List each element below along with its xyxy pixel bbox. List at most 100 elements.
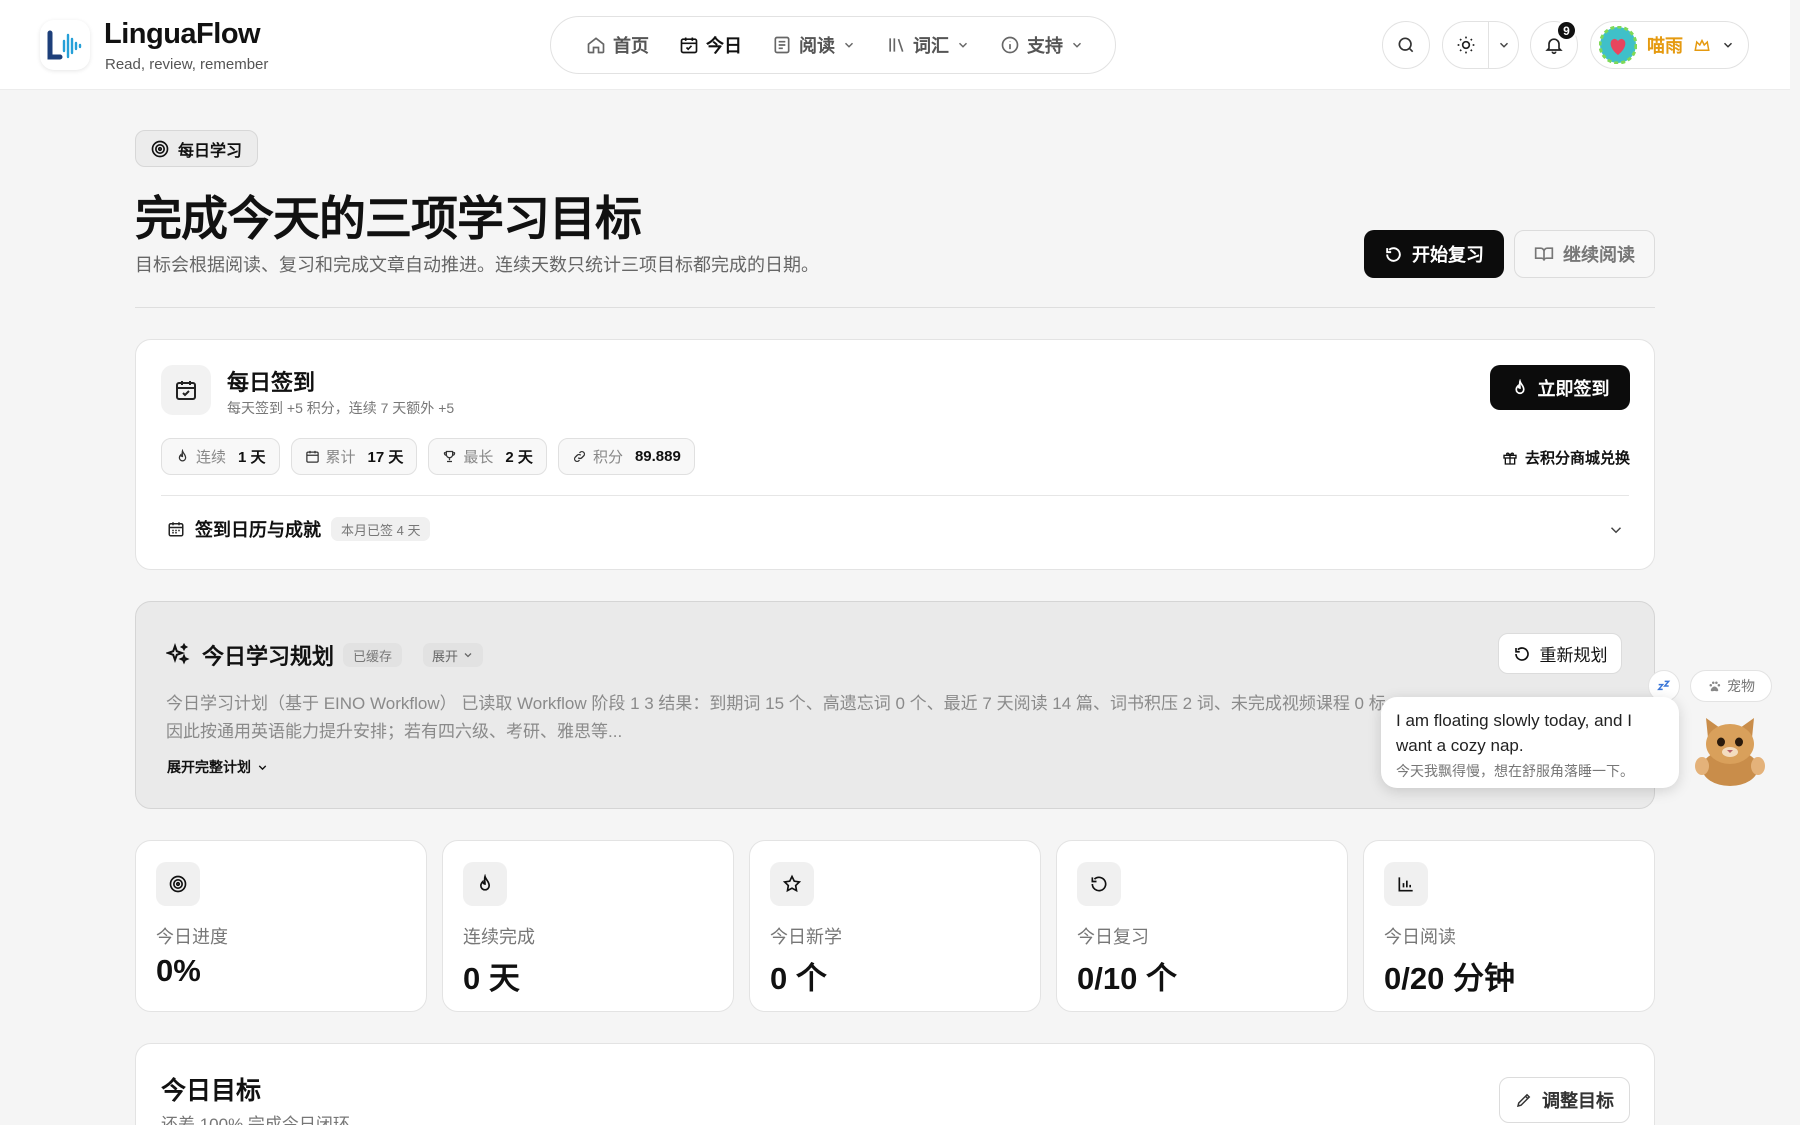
chevron-down-icon (1072, 42, 1082, 48)
trophy-icon (444, 450, 456, 463)
paw-icon (1709, 681, 1721, 691)
chevron-down-icon (844, 42, 854, 48)
info-icon (1001, 36, 1019, 54)
pet-menu-label: 宠物 (1727, 678, 1755, 694)
hero-divider (135, 307, 1655, 308)
plan-expand-toggle[interactable]: 展开 (423, 643, 484, 667)
theme-toggle[interactable] (1442, 21, 1519, 69)
user-menu[interactable]: 喵雨 (1590, 21, 1749, 69)
continue-reading-button[interactable]: 继续阅读 (1514, 230, 1655, 278)
pet-bubble-english: I am floating slowly today, and I want a… (1396, 711, 1632, 755)
replan-label: 重新规划 (1539, 646, 1608, 665)
chevron-down-icon (464, 653, 472, 658)
nav-vocabulary[interactable]: 词汇 (873, 25, 983, 65)
chip-streak-value: 1 天 (238, 449, 266, 466)
stat-value: 0/10 个 (1077, 961, 1177, 996)
chip-points-label: 积分 (592, 449, 623, 466)
adjust-goals-label: 调整目标 (1542, 1091, 1614, 1111)
continue-reading-label: 继续阅读 (1563, 245, 1635, 265)
chip-longest: 最长 2 天 (428, 438, 547, 475)
target-icon (169, 875, 187, 893)
today-goals-title: 今日目标 (161, 1077, 262, 1105)
stat-card-new-words: 今日新学 0 个 (749, 840, 1041, 1012)
calendar-days-icon (168, 522, 184, 537)
notifications-button[interactable]: 9 (1530, 20, 1578, 69)
home-icon (587, 37, 605, 54)
nav-home[interactable]: 首页 (573, 25, 662, 65)
crown-icon (1694, 38, 1710, 51)
replan-button[interactable]: 重新规划 (1498, 633, 1622, 674)
checkin-now-button[interactable]: 立即签到 (1490, 365, 1630, 410)
search-icon (1398, 37, 1414, 53)
chevron-down-icon[interactable] (1607, 521, 1625, 539)
stat-icon-box (1077, 862, 1121, 906)
rotate-ccw-icon (1091, 876, 1107, 892)
checkin-icon-box (161, 365, 211, 415)
checkin-title: 每日签到 (227, 370, 316, 395)
pet-speech-bubble: I am floating slowly today, and I want a… (1381, 697, 1679, 788)
nav-reading-label: 阅读 (799, 36, 835, 56)
theme-menu-button[interactable] (1489, 38, 1518, 52)
zzz-icon (1657, 680, 1671, 691)
pet-menu-button[interactable]: 宠物 (1690, 670, 1772, 702)
logo-waveform-icon (47, 30, 82, 60)
chip-longest-value: 2 天 (505, 449, 533, 466)
cached-badge: 已缓存 (343, 643, 403, 667)
nav-today[interactable]: 今日 (666, 25, 755, 65)
nav-support-label: 支持 (1027, 36, 1063, 56)
expand-full-plan-label: 展开完整计划 (167, 759, 251, 775)
checkin-now-label: 立即签到 (1537, 378, 1610, 399)
brand-name[interactable]: LinguaFlow (104, 18, 261, 51)
calendar-check-icon (176, 381, 196, 400)
checkin-calendar-toggle[interactable]: 签到日历与成就 本月已签 4 天 (167, 516, 431, 542)
stat-label: 今日进度 (156, 927, 228, 947)
search-button[interactable] (1382, 21, 1430, 69)
chevron-down-icon (1499, 42, 1508, 48)
today-goals-subtitle: 还差 100% 完成今日闭环 (161, 1115, 350, 1125)
theme-light-button[interactable] (1443, 22, 1489, 68)
pet-cat-icon[interactable] (1690, 712, 1770, 788)
stat-icon-box (770, 862, 814, 906)
gift-icon (1503, 451, 1517, 465)
stat-icon-box (156, 862, 200, 906)
pet-bubble-chinese: 今天我飘得慢，想在舒服角落睡一下。 (1396, 763, 1634, 779)
checkin-card: 每日签到 每天签到 +5 积分，连续 7 天额外 +5 立即签到 连续 1 天 … (135, 339, 1655, 570)
chip-points: 积分 89.889 (557, 438, 695, 475)
adjust-goals-button[interactable]: 调整目标 (1499, 1077, 1630, 1123)
daily-study-tag-label: 每日学习 (178, 142, 243, 160)
nav-reading[interactable]: 阅读 (759, 25, 869, 65)
checkin-subtitle: 每天签到 +5 积分，连续 7 天额外 +5 (227, 400, 455, 416)
sun-icon (1457, 36, 1474, 54)
nav-support[interactable]: 支持 (987, 25, 1097, 65)
stat-value: 0% (156, 953, 201, 988)
bar-chart-icon (1398, 877, 1413, 892)
pencil-icon (1516, 1093, 1531, 1108)
flame-icon (479, 874, 491, 891)
flame-icon (178, 449, 187, 462)
expand-full-plan-button[interactable]: 展开完整计划 (167, 757, 269, 777)
stat-card-reading: 今日阅读 0/20 分钟 (1363, 840, 1655, 1012)
target-icon (151, 140, 169, 157)
checkin-month-badge: 本月已签 4 天 (331, 517, 431, 541)
stat-icon-box (1384, 862, 1428, 906)
brand-tagline: Read, review, remember (105, 56, 269, 73)
flame-icon (1514, 378, 1525, 394)
stat-label: 今日新学 (770, 927, 842, 947)
checkin-calendar-label: 签到日历与成就 (195, 520, 321, 540)
points-store-label: 去积分商城兑换 (1524, 450, 1630, 467)
chip-total: 累计 17 天 (290, 438, 418, 475)
chip-longest-label: 最长 (463, 449, 494, 466)
chip-total-value: 17 天 (367, 449, 404, 466)
app-logo[interactable] (40, 20, 90, 70)
library-icon (889, 38, 904, 52)
rotate-ccw-icon (1386, 246, 1401, 262)
start-review-button[interactable]: 开始复习 (1364, 230, 1504, 278)
stat-card-progress: 今日进度 0% (135, 840, 427, 1012)
today-goals-card: 今日目标 还差 100% 完成今日闭环 调整目标 (135, 1043, 1655, 1125)
stat-value: 0/20 分钟 (1384, 961, 1515, 996)
nav-today-label: 今日 (706, 36, 742, 56)
points-store-link[interactable]: 去积分商城兑换 (1502, 447, 1630, 468)
page-title: 完成今天的三项学习目标 (135, 192, 642, 245)
stat-card-streak: 连续完成 0 天 (442, 840, 734, 1012)
calendar-icon (305, 450, 319, 463)
